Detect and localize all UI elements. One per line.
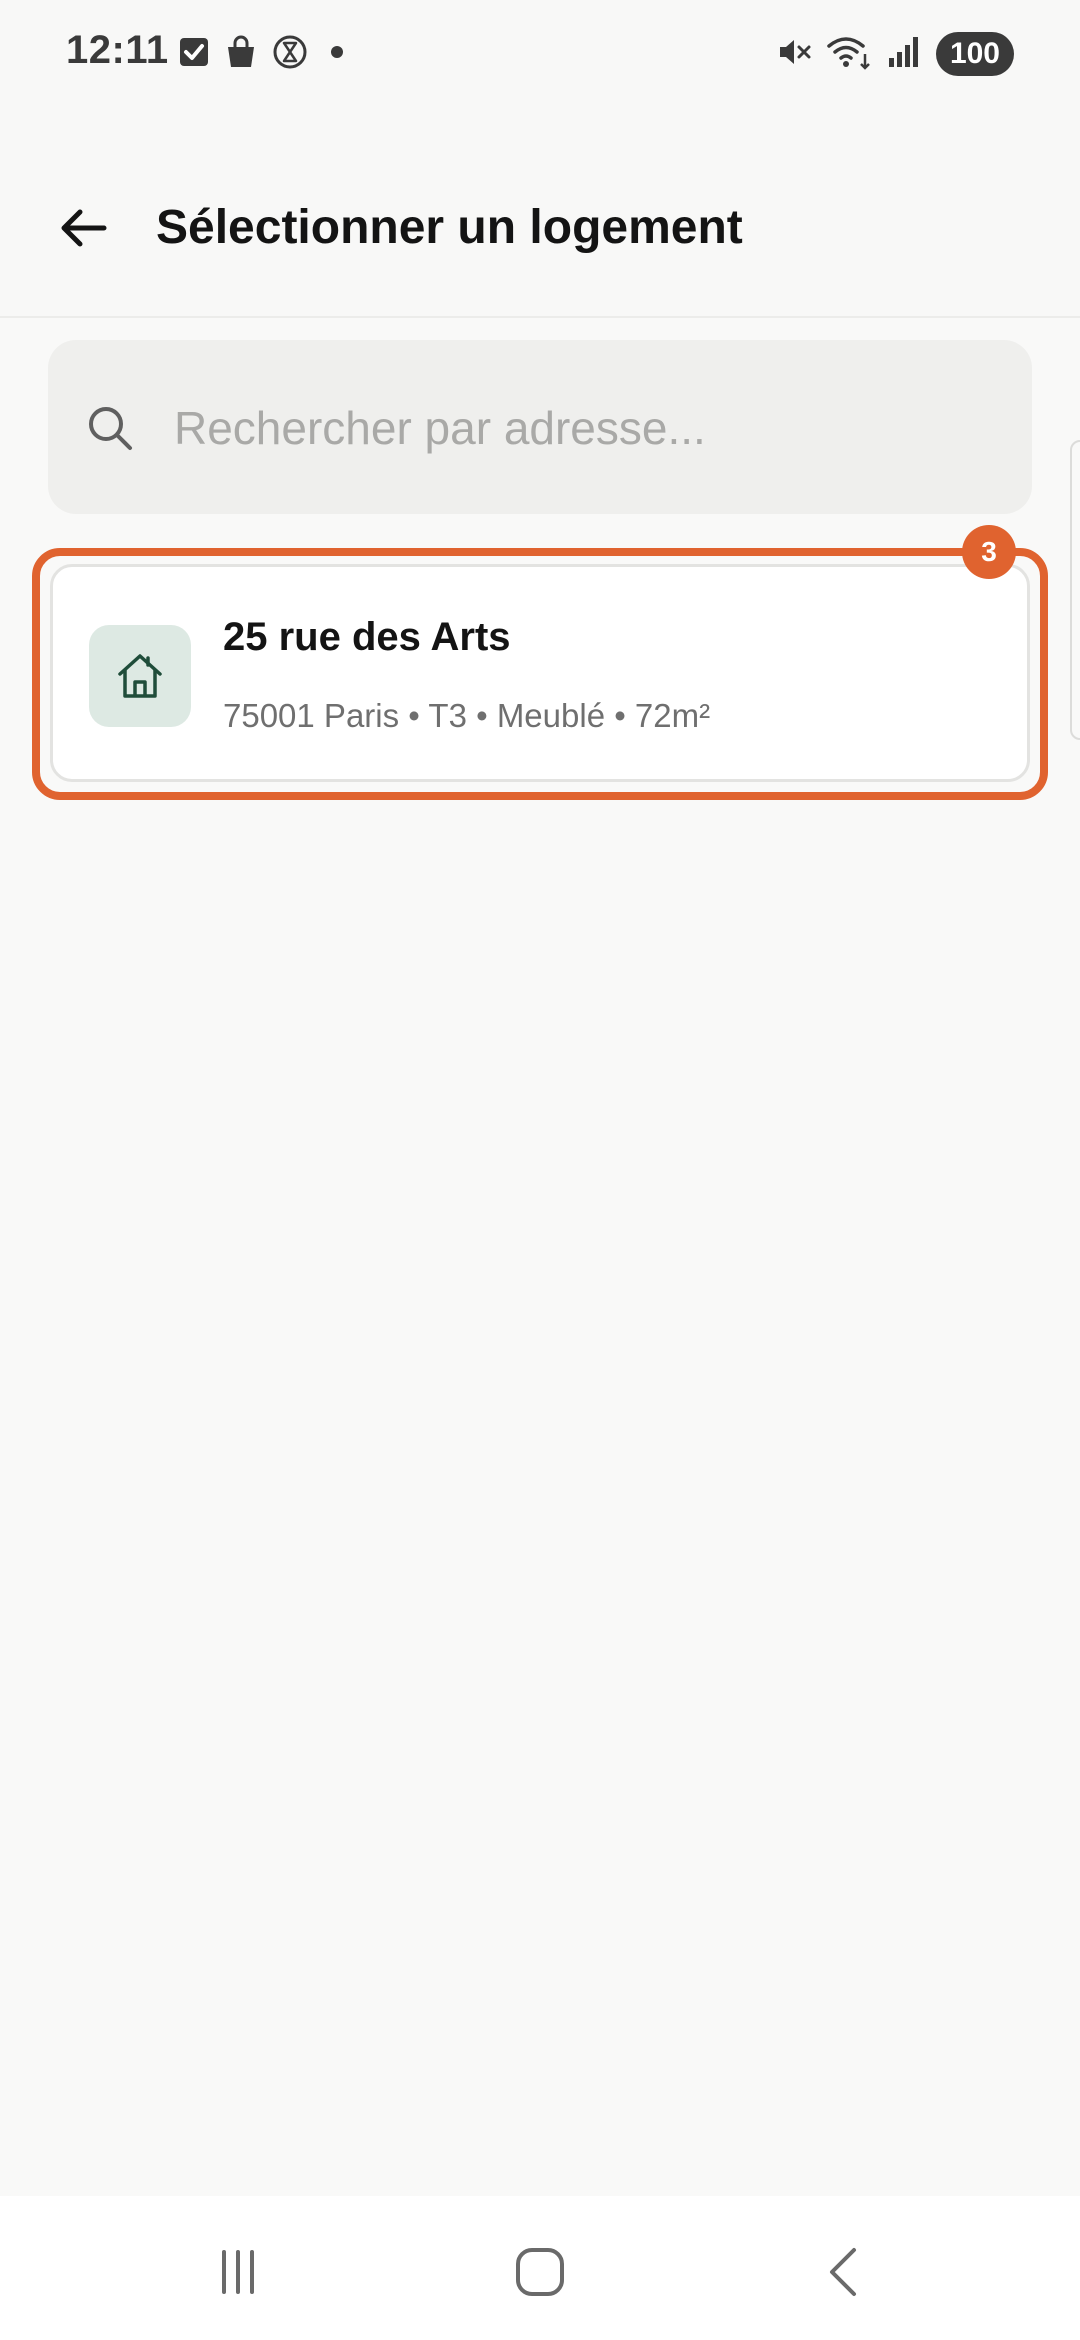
recent-apps-icon <box>222 2250 254 2294</box>
signal-icon <box>886 34 922 75</box>
home-button-icon <box>516 2248 564 2296</box>
highlight-badge: 3 <box>962 525 1016 579</box>
back-chevron-icon <box>830 2248 856 2296</box>
wifi-icon <box>826 34 872 75</box>
status-system-icons: 100 <box>776 32 1014 76</box>
navigation-bar <box>0 2196 1080 2340</box>
arrow-left-icon <box>61 209 107 247</box>
status-bar: 12:11 100 <box>0 0 1080 110</box>
status-notification-icons <box>178 34 352 75</box>
dot-icon <box>322 37 352 72</box>
mute-icon <box>776 34 812 75</box>
scrollbar[interactable] <box>1070 440 1080 740</box>
search-input[interactable] <box>174 386 994 470</box>
recent-apps-button[interactable] <box>178 2232 298 2312</box>
app-bar: Sélectionner un logement <box>0 110 1080 318</box>
checkbox-icon <box>178 36 210 73</box>
battery-indicator: 100 <box>935 32 1014 76</box>
back-button[interactable] <box>40 184 128 272</box>
home-button[interactable] <box>480 2232 600 2312</box>
hourglass-icon <box>272 34 308 75</box>
highlight-frame <box>32 548 1048 800</box>
status-time: 12:11 <box>66 28 169 72</box>
shopping-bag-icon <box>224 35 258 74</box>
system-back-button[interactable] <box>784 2232 904 2312</box>
search-icon <box>89 407 132 450</box>
page-title: Sélectionner un logement <box>156 201 743 254</box>
